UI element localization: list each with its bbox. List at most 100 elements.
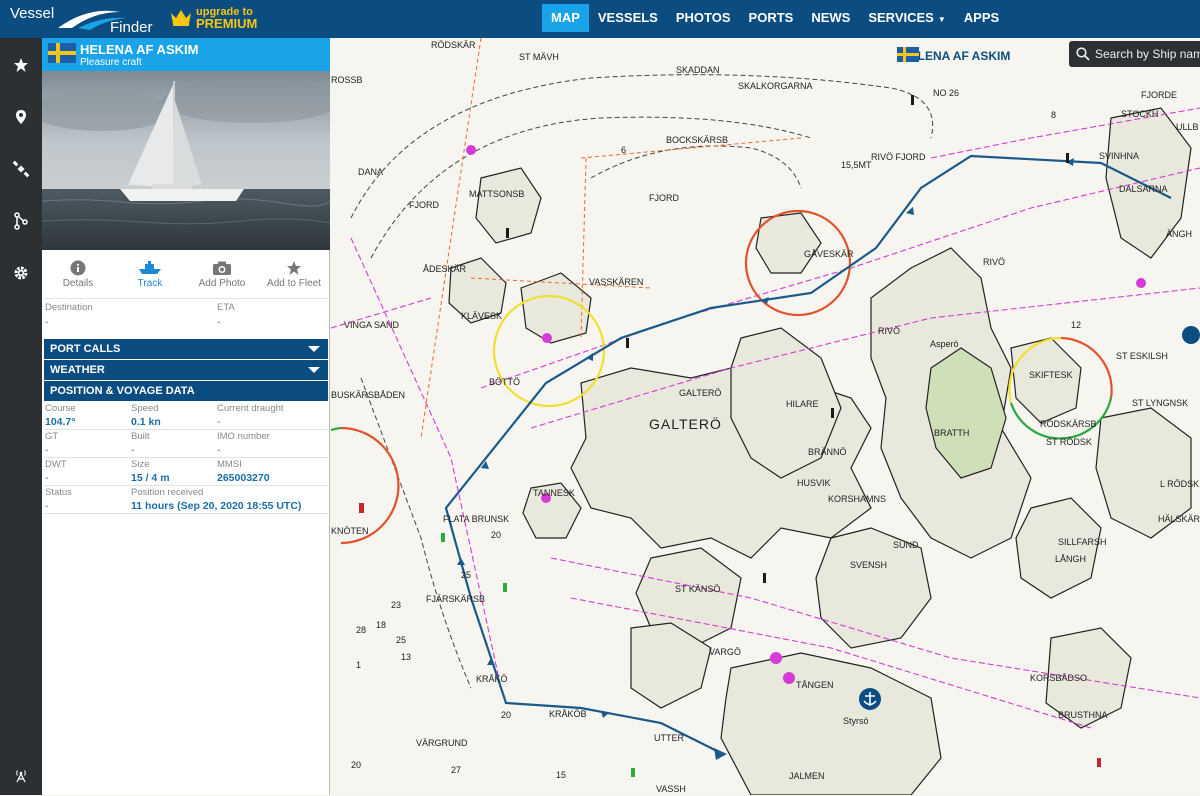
track-button[interactable]: Track [114,258,186,294]
label-vasskaren: VASSKÄREN [589,277,643,287]
map-vessel-label[interactable]: HELENA AF ASKIM [897,47,1010,65]
nav-photos[interactable]: PHOTOS [667,4,740,32]
add-to-fleet-button[interactable]: Add to Fleet [258,258,330,294]
logo-text-finder: Finder [110,19,153,36]
logo-text-vessel: Vessel [10,5,55,22]
label-tannesk: TANNESK [533,488,575,498]
svg-text:27: 27 [451,765,461,775]
nav-apps[interactable]: APPS [955,4,1008,32]
vessel-name: HELENA AF ASKIM [80,42,199,57]
star-icon [14,58,28,72]
nav-services-label: SERVICES [868,10,934,25]
speed-label: Speed [131,403,159,414]
label-husvik: HUSVIK [797,478,831,488]
vessel-photo[interactable] [42,71,330,250]
svg-text:20: 20 [351,760,361,770]
chevron-down-icon: ▼ [937,15,946,24]
course-value: 104.7° [45,416,76,428]
vesselfinder-logo[interactable]: Vessel Finder [8,2,158,36]
satellite-icon [12,160,30,178]
satellite-button[interactable] [0,149,42,189]
port-calls-section[interactable]: PORT CALLS [44,339,328,359]
details-button[interactable]: Details [42,258,114,294]
destination-value: - [45,316,49,328]
add-to-fleet-label: Add to Fleet [267,278,321,289]
svg-text:28: 28 [356,625,366,635]
vessel-actions: Details Track Add Photo Add to Fleet [42,258,330,294]
add-photo-button[interactable]: Add Photo [186,258,258,294]
label-hilare: HILARE [786,399,819,409]
position-received-label: Position received [131,487,204,498]
label-korshamn: KORSHAMNS [828,494,886,504]
gt-label: GT [45,431,59,442]
nav-ports[interactable]: PORTS [740,4,803,32]
label-sillfarsh: SILLFARSH [1058,537,1107,547]
label-galtero-big: GALTERÖ [649,415,722,432]
port-calls-title: PORT CALLS [50,343,121,355]
premium-line2: PREMIUM [196,16,258,31]
track-label: Track [137,278,163,289]
svg-text:25: 25 [461,570,471,580]
divider [44,298,328,299]
ship-track-icon [139,261,161,274]
map-pin-icon [16,110,26,124]
built-value: - [131,444,135,456]
label-svensh: SVENSH [850,560,887,570]
label-rodskarsb: RÖDSKÄRSB [1040,419,1097,429]
ais-station-button[interactable] [0,756,42,796]
label-skalkorgarna: SKALKORGARNA [738,81,813,91]
chart-canvas[interactable]: 231828 25113 201527 202520 1286 GALTERÖ … [331,38,1200,795]
label-skaddan: SKADDAN [676,65,720,75]
label-styrso: Styrsö [843,716,869,726]
label-korsbadso: KORSBÅDSO [1030,673,1087,683]
label-rivo-fjord: RIVÖ FJORD [871,152,926,162]
settings-button[interactable] [0,253,42,293]
course-label: Course [45,403,76,414]
position-voyage-section[interactable]: POSITION & VOYAGE DATA [44,381,328,401]
island-skiftesk [1010,337,1082,424]
label-mattsonsb: MATTSONSB [469,189,524,199]
label-st-eskilsh: ST ESKILSH [1116,351,1168,361]
svg-text:1: 1 [356,660,361,670]
built-label: Built [131,431,150,442]
mmsi-value: 265003270 [217,472,270,484]
main-nav: MAP VESSELS PHOTOS PORTS NEWS SERVICES ▼ … [542,4,1008,34]
chevron-down-icon [308,346,320,352]
label-halskar: HÄLSKÄR [1158,514,1200,524]
dwt-value: - [45,472,49,484]
vessel-position-marker [714,748,727,760]
weather-section[interactable]: WEATHER [44,360,328,380]
label-krako: KRÅKÖ [476,674,508,684]
eta-value: - [217,316,221,328]
label-dana: DANA [358,167,383,177]
label-vargrund: VÄRGRUND [416,738,468,748]
label-st-kanso: ST KÄNSÖ [675,584,720,594]
ship-search-box[interactable]: Search by Ship name [1069,41,1200,67]
star-icon [287,261,301,275]
label-fjorde: FJORDE [1141,90,1177,100]
vessel-header: HELENA AF ASKIM Pleasure craft [42,38,330,71]
nautical-map[interactable]: 23 18 28 25 1 13 20 15 27 20 25 20 12 8 6 GALTERÖ … [331,38,1200,795]
nav-services[interactable]: SERVICES ▼ [859,4,954,32]
divider [44,485,328,486]
label-tangen: TÅNGEN [796,680,834,690]
label-skiftesk: SKIFTESK [1029,370,1073,380]
label-gaveskar: GÅVESKÄR [804,249,854,259]
draught-label: Current draught [217,403,284,414]
nav-vessels[interactable]: VESSELS [589,4,667,32]
favorites-button[interactable] [0,45,42,85]
gear-icon [14,266,28,280]
label-sund: SUND [893,540,919,550]
nav-news[interactable]: NEWS [802,4,859,32]
label-bockskarsb: BOCKSKÄRSB [666,135,728,145]
ports-button[interactable] [0,97,42,137]
nav-map[interactable]: MAP [542,4,589,32]
search-icon [1076,47,1090,61]
routes-button[interactable] [0,201,42,241]
position-received-value: 11 hours (Sep 20, 2020 18:55 UTC) [131,500,302,512]
destination-label: Destination [45,302,93,313]
divider [44,429,328,430]
speed-value: 0.1 kn [131,416,161,428]
svg-text:23: 23 [391,600,401,610]
label-rivo-north: RIVÖ [983,257,1005,267]
